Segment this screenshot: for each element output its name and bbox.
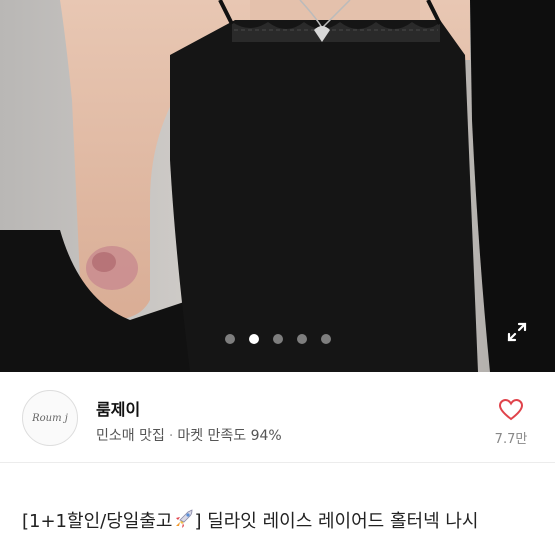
product-title: [1+1할인/당일출고 ] 딜라잇 레이스 레이어드 홀터넥 나시: [22, 508, 542, 538]
expand-button[interactable]: [503, 318, 531, 346]
seller-info[interactable]: Roum j 룸제이 민소매 맛집 · 마켓 만족도 94% 7.7만: [0, 372, 555, 463]
meta-separator: ·: [168, 428, 174, 444]
carousel-dot[interactable]: [320, 334, 331, 344]
like-count: 7.7만: [494, 432, 528, 447]
avatar-logo-text: Roum j: [32, 412, 68, 424]
seller-tag: 민소매 맛집: [96, 428, 165, 444]
seller-rating: 마켓 만족도 94%: [177, 428, 282, 444]
title-prefix: [1+1할인/당일출고: [22, 511, 173, 532]
title-suffix: ] 딜라잇 레이스 레이어드 홀터넥 나시: [194, 511, 479, 532]
heart-icon: [498, 398, 524, 421]
carousel-dot-active[interactable]: [248, 334, 259, 344]
carousel-dot[interactable]: [272, 334, 283, 344]
product-image-gallery[interactable]: [0, 0, 555, 372]
seller-meta: 민소매 맛집 · 마켓 만족도 94%: [96, 425, 282, 445]
seller-avatar[interactable]: Roum j: [22, 390, 78, 446]
product-photo: [0, 0, 555, 372]
carousel-dot[interactable]: [224, 334, 235, 344]
carousel-indicators: [0, 334, 555, 346]
like-button[interactable]: 7.7만: [486, 398, 536, 447]
carousel-dot[interactable]: [296, 334, 307, 344]
seller-name[interactable]: 룸제이: [96, 396, 140, 420]
rocket-icon: [172, 508, 194, 538]
expand-icon: [507, 322, 527, 342]
